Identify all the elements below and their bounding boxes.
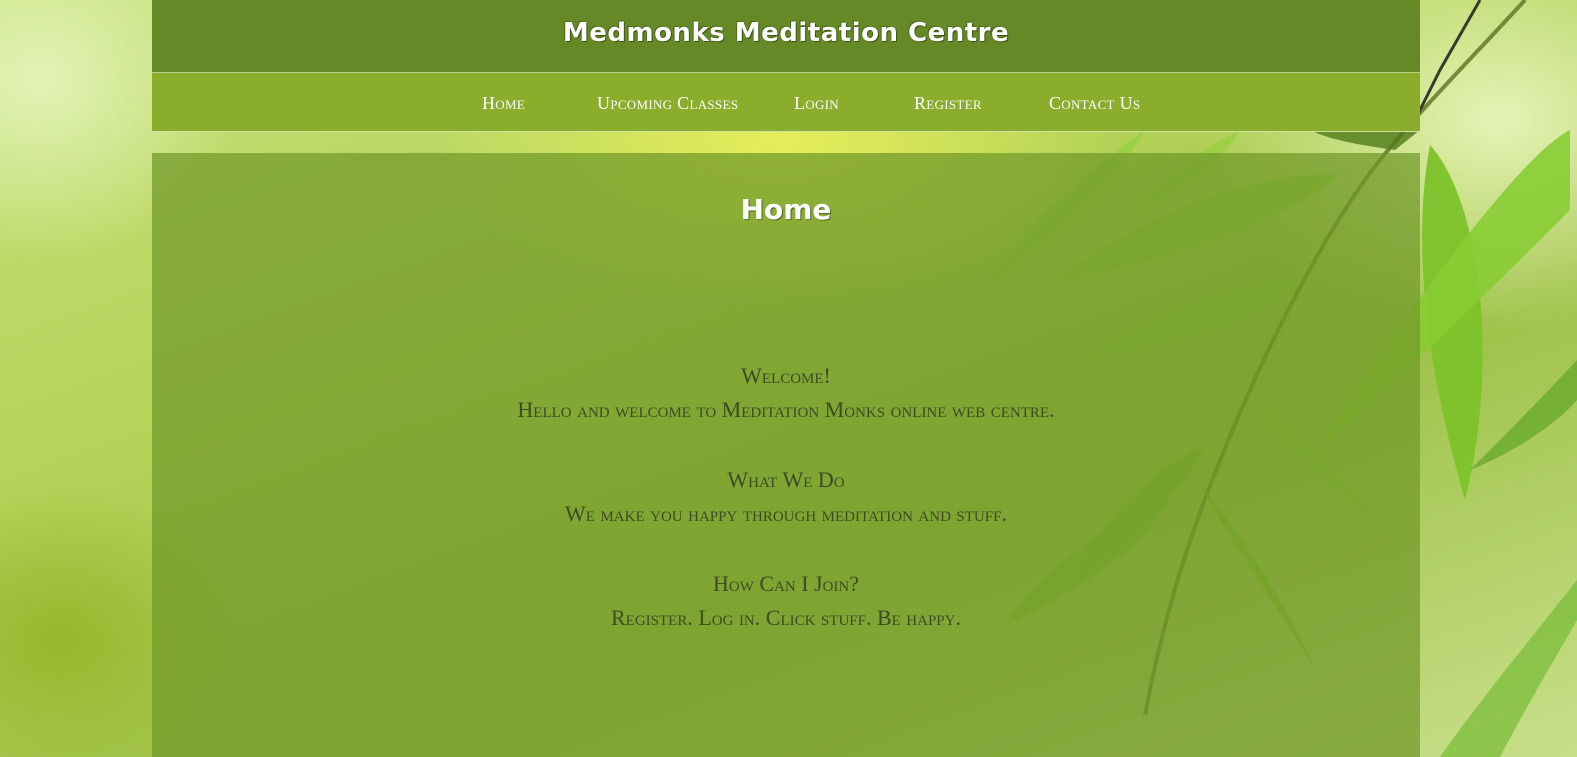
what-we-do-section: What We Do We make you happy through med…: [152, 463, 1420, 531]
nav-login-link[interactable]: Login: [794, 93, 839, 114]
page-wrapper: Medmonks Meditation Centre Home Upcoming…: [152, 0, 1420, 757]
nav-home-link[interactable]: Home: [482, 93, 525, 114]
site-header: Medmonks Meditation Centre: [152, 0, 1420, 73]
nav-upcoming-classes-link[interactable]: Upcoming Classes: [597, 93, 738, 114]
how-to-join-section: How Can I Join? Register. Log in. Click …: [152, 567, 1420, 635]
site-title: Medmonks Meditation Centre: [562, 18, 1010, 48]
nav-contact-us-link[interactable]: Contact Us: [1049, 93, 1140, 114]
section-title-how-to-join: How Can I Join?: [712, 571, 860, 596]
main-content: Home Welcome! Hello and welcome to Medit…: [152, 153, 1420, 757]
main-navigation: Home Upcoming Classes Login Register Con…: [152, 73, 1420, 132]
welcome-section: Welcome! Hello and welcome to Meditation…: [152, 359, 1420, 427]
page-title: Home: [740, 193, 832, 226]
section-text-welcome: Hello and welcome to Meditation Monks on…: [517, 397, 1055, 422]
nav-register-link[interactable]: Register: [914, 93, 982, 114]
section-text-how-to-join: Register. Log in. Click stuff. Be happy.: [611, 605, 961, 630]
section-title-what-we-do: What We Do: [727, 467, 845, 492]
section-text-what-we-do: We make you happy through meditation and…: [565, 501, 1007, 526]
section-title-welcome: Welcome!: [741, 363, 831, 388]
